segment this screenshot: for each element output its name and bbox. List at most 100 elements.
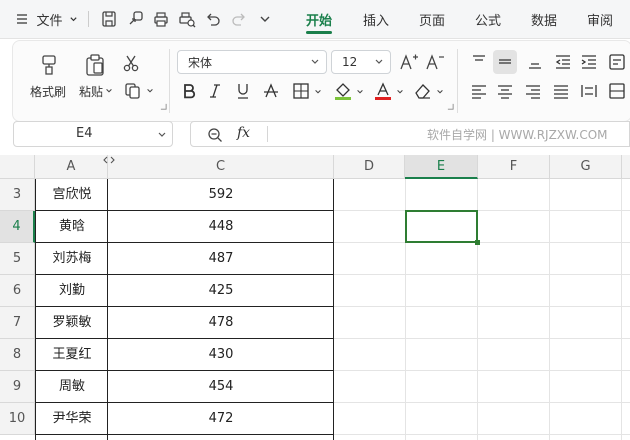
border-dropdown-icon[interactable] — [314, 88, 322, 96]
more-chevron-down-icon[interactable] — [256, 10, 274, 28]
copy-dropdown-icon[interactable] — [146, 87, 154, 95]
increase-font-icon[interactable] — [399, 52, 419, 72]
zoom-search-icon[interactable] — [207, 127, 223, 143]
underline-icon[interactable] — [233, 81, 253, 101]
gridline — [334, 210, 630, 211]
table-cell-value[interactable]: 592 — [108, 179, 334, 211]
font-launcher-icon[interactable] — [447, 103, 454, 110]
tab-insert[interactable]: 插入 — [363, 10, 389, 29]
justify-icon[interactable] — [551, 81, 571, 101]
paste-icon[interactable] — [83, 53, 107, 77]
increase-indent-icon[interactable] — [579, 52, 599, 72]
paste-label[interactable]: 粘贴 — [79, 83, 103, 100]
clear-format-dropdown-icon[interactable] — [436, 88, 444, 96]
distributed-align-icon[interactable] — [579, 81, 599, 101]
wrap-text-icon[interactable] — [607, 52, 627, 72]
row-header-9[interactable]: 9 — [0, 371, 35, 403]
table-cell-name[interactable]: 周敏 — [36, 371, 108, 403]
table-border — [107, 179, 108, 440]
font-size-select[interactable]: 12 — [331, 50, 391, 74]
clipboard-launcher-icon[interactable] — [160, 103, 167, 110]
row-header-7[interactable]: 7 — [0, 307, 35, 339]
font-name-value: 宋体 — [188, 55, 213, 70]
toolbar-divider — [88, 11, 89, 27]
decrease-font-icon[interactable] — [425, 52, 445, 72]
row-header-5[interactable]: 5 — [0, 243, 35, 275]
align-top-icon[interactable] — [469, 52, 489, 72]
select-all-corner[interactable] — [0, 155, 35, 179]
redo-icon[interactable] — [230, 10, 248, 28]
border-icon[interactable] — [291, 81, 311, 101]
font-name-select[interactable]: 宋体 — [177, 50, 327, 74]
format-painter-icon[interactable] — [37, 53, 61, 77]
align-middle-button[interactable] — [493, 50, 517, 74]
formula-bar[interactable]: fx 软件自学网 | WWW.RJZXW.COM — [190, 121, 630, 147]
row-header-3[interactable]: 3 — [0, 179, 35, 211]
align-right-icon[interactable] — [523, 81, 543, 101]
table-cell-value[interactable]: 472 — [108, 403, 334, 435]
column-header-g[interactable]: G — [550, 155, 622, 179]
cut-icon[interactable] — [121, 53, 141, 73]
font-color-icon[interactable] — [373, 81, 393, 101]
hidden-column-expand-icon[interactable] — [103, 156, 115, 164]
table-cell-value[interactable]: 430 — [108, 339, 334, 371]
row-header-10[interactable]: 10 — [0, 403, 35, 435]
gridline — [621, 179, 622, 440]
table-cell-name[interactable]: 王夏红 — [36, 339, 108, 371]
copy-icon[interactable] — [123, 81, 143, 101]
save-icon[interactable] — [100, 10, 118, 28]
print-icon[interactable] — [152, 10, 170, 28]
table-cell-value[interactable]: 454 — [108, 371, 334, 403]
font-color-dropdown-icon[interactable] — [396, 88, 404, 96]
table-cell-value[interactable]: 487 — [108, 243, 334, 275]
cell-reference: E4 — [76, 126, 93, 141]
chevron-down-icon — [375, 59, 383, 64]
strikethrough-icon[interactable] — [261, 81, 281, 101]
tab-home[interactable]: 开始 — [306, 10, 332, 29]
table-cell-value[interactable]: 448 — [108, 211, 334, 243]
active-cell-e4[interactable] — [405, 210, 478, 243]
tab-review[interactable]: 审阅 — [587, 10, 613, 29]
file-menu-button[interactable]: 文件 — [14, 9, 80, 29]
align-left-icon[interactable] — [469, 81, 489, 101]
column-header-e[interactable]: E — [405, 155, 478, 179]
fx-icon[interactable]: fx — [237, 125, 250, 141]
column-header-a[interactable]: A — [35, 155, 108, 179]
italic-icon[interactable] — [205, 81, 225, 101]
name-box[interactable]: E4 — [13, 121, 173, 147]
table-cell-value[interactable]: 478 — [108, 307, 334, 339]
print-preview-icon[interactable] — [178, 10, 196, 28]
table-cell-name[interactable]: 罗颖敏 — [36, 307, 108, 339]
table-cell-name[interactable]: 刘勤 — [36, 275, 108, 307]
row-header-6[interactable]: 6 — [0, 275, 35, 307]
align-center-icon[interactable] — [495, 81, 515, 101]
table-border — [35, 210, 334, 211]
undo-icon[interactable] — [204, 10, 222, 28]
row-header-8[interactable]: 8 — [0, 339, 35, 371]
table-cell-name[interactable]: 刘苏梅 — [36, 243, 108, 275]
decrease-indent-icon[interactable] — [553, 52, 573, 72]
bold-icon[interactable] — [179, 81, 199, 101]
tab-page[interactable]: 页面 — [419, 10, 445, 29]
column-header-f[interactable]: F — [478, 155, 550, 179]
export-icon[interactable] — [126, 10, 144, 28]
table-cell-value[interactable]: 425 — [108, 275, 334, 307]
fill-color-icon[interactable] — [333, 81, 353, 101]
row-header-4[interactable]: 4 — [0, 211, 35, 243]
align-bottom-icon[interactable] — [525, 52, 545, 72]
tab-formula[interactable]: 公式 — [475, 10, 501, 29]
table-border — [35, 370, 334, 371]
tab-data[interactable]: 数据 — [531, 10, 557, 29]
column-header-d[interactable]: D — [334, 155, 405, 179]
merge-cells-icon[interactable] — [607, 81, 627, 101]
table-cell-name[interactable]: 黄晗 — [36, 211, 108, 243]
table-cell-name[interactable]: 尹华荣 — [36, 403, 108, 435]
table-cell-name[interactable]: 宫欣悦 — [36, 179, 108, 211]
fill-handle[interactable] — [475, 240, 480, 245]
format-painter-label[interactable]: 格式刷 — [30, 83, 66, 100]
fill-color-dropdown-icon[interactable] — [356, 88, 364, 96]
gridline — [334, 370, 630, 371]
clear-format-icon[interactable] — [413, 81, 433, 101]
paste-dropdown-icon[interactable] — [105, 87, 113, 95]
column-header-c[interactable]: C — [108, 155, 334, 179]
